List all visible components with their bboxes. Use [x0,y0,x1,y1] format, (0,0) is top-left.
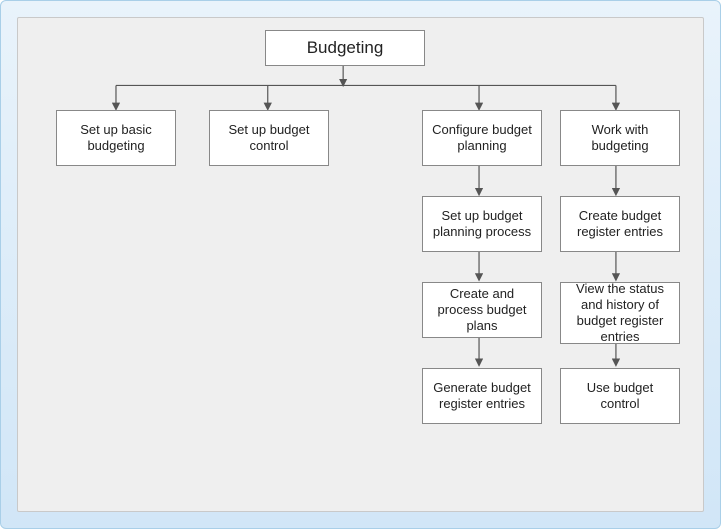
node-create-budget-register-entries: Create budget register entries [560,196,680,252]
node-view-status-and-history: View the status and history of budget re… [560,282,680,344]
connector-lines [18,18,703,511]
node-set-up-basic-budgeting: Set up basic budgeting [56,110,176,166]
node-work-with-budgeting: Work with budgeting [560,110,680,166]
node-create-and-process-budget-plans: Create and process budget plans [422,282,542,338]
node-budgeting: Budgeting [265,30,425,66]
node-use-budget-control: Use budget control [560,368,680,424]
node-set-up-budget-planning-process: Set up budget planning process [422,196,542,252]
diagram-frame: Budgeting Set up basic budgeting Set up … [0,0,721,529]
node-configure-budget-planning: Configure budget planning [422,110,542,166]
node-set-up-budget-control: Set up budget control [209,110,329,166]
diagram-panel: Budgeting Set up basic budgeting Set up … [17,17,704,512]
node-generate-budget-register-entries: Generate budget register entries [422,368,542,424]
